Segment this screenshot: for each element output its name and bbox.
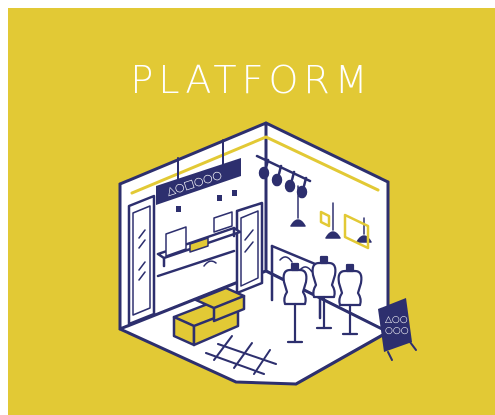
artwork-canvas: PLATFORM △○□○○○ △○○ ○○○ [8, 8, 495, 415]
sandwich-board-logo-line1: △○○ [385, 315, 408, 325]
sandwich-board: △○○ ○○○ [378, 298, 417, 361]
shop-interior-illustration: △○□○○○ △○○ ○○○ [118, 121, 417, 386]
glass-door-left [127, 194, 156, 326]
glass-door-right [235, 201, 264, 295]
sandwich-board-logo-line2: ○○○ [385, 326, 409, 336]
